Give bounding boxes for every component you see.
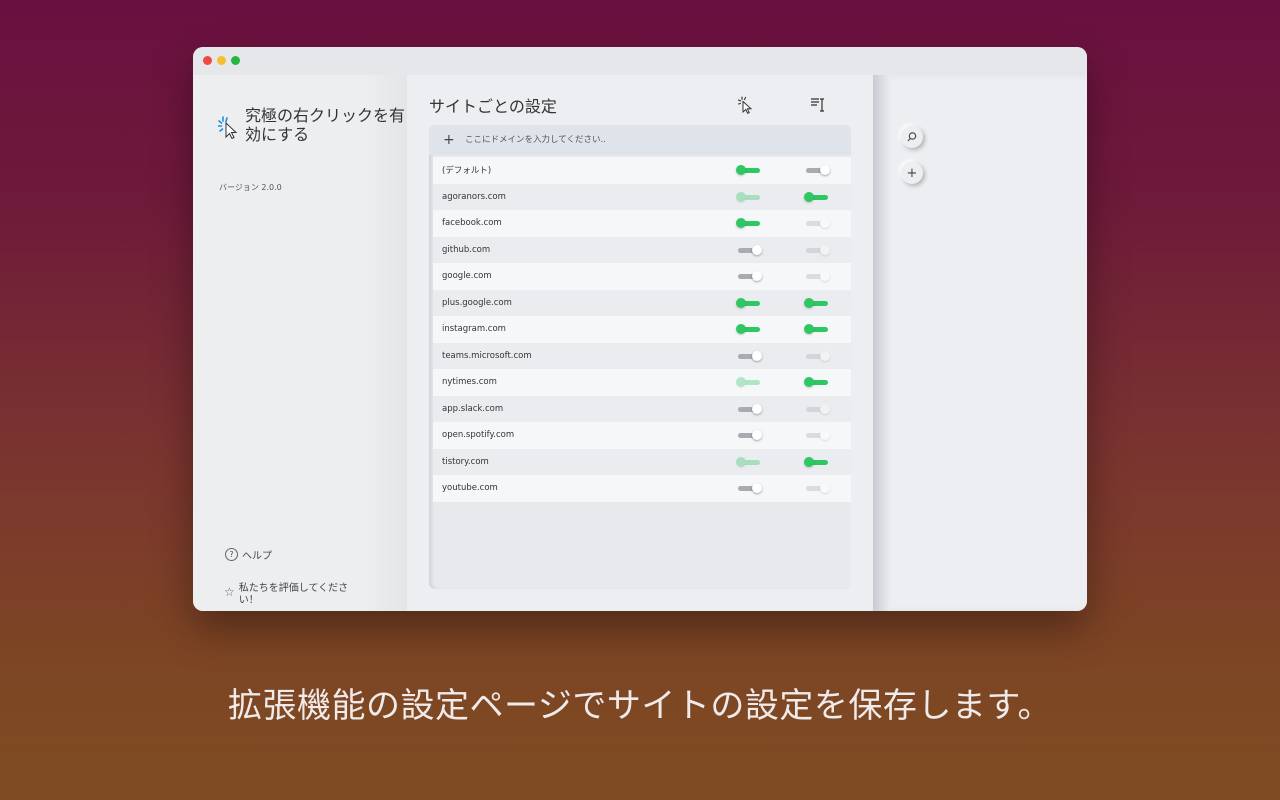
site-domain: (デフォルト) xyxy=(442,166,492,177)
site-list: + (デフォルト) agoranors.com facebook.com github… xyxy=(429,125,851,589)
right-click-toggle[interactable] xyxy=(736,430,762,440)
site-row: instagram.com xyxy=(433,316,851,343)
plus-icon: + xyxy=(906,165,918,181)
text-select-toggle[interactable] xyxy=(804,324,830,334)
search-icon xyxy=(907,132,917,142)
search-button[interactable] xyxy=(901,126,923,148)
panel-edge xyxy=(873,75,891,611)
text-select-toggle[interactable] xyxy=(804,271,830,281)
close-window-button[interactable] xyxy=(203,56,212,65)
rate-us-label: 私たちを評価してください！ xyxy=(238,583,349,606)
site-row: github.com xyxy=(433,236,851,263)
right-click-toggle[interactable] xyxy=(736,218,762,228)
site-row: agoranors.com xyxy=(433,183,851,210)
text-select-toggle[interactable] xyxy=(804,218,830,228)
site-domain: github.com xyxy=(442,244,491,255)
right-click-toggle[interactable] xyxy=(736,165,762,175)
site-row: facebook.com xyxy=(433,210,851,237)
version-label: バージョン 2.0.0 xyxy=(219,183,282,192)
right-click-toggle[interactable] xyxy=(736,377,762,387)
help-label: ヘルプ xyxy=(242,551,272,562)
site-domain: teams.microsoft.com xyxy=(442,350,532,361)
right-click-toggle[interactable] xyxy=(736,324,762,334)
site-settings-panel: サイトごとの設定 + ここにドメインを入力してください.. (デフォルト) ag… xyxy=(407,75,873,611)
text-select-toggle[interactable] xyxy=(804,191,830,202)
site-domain: open.spotify.com xyxy=(442,430,515,441)
site-domain: nytimes.com xyxy=(442,377,497,388)
site-row: tistory.com xyxy=(433,448,851,475)
app-logo-icon xyxy=(218,116,238,139)
domain-input[interactable] xyxy=(463,134,797,146)
maximize-window-button[interactable] xyxy=(231,56,240,65)
right-click-toggle[interactable] xyxy=(736,191,762,202)
star-icon: ☆ xyxy=(224,585,235,599)
text-select-toggle[interactable] xyxy=(804,165,830,175)
app-title: 究極の右クリックを有効にする xyxy=(245,106,406,144)
site-row: nytimes.com xyxy=(433,369,851,396)
right-click-toggle[interactable] xyxy=(736,456,762,467)
site-domain: app.slack.com xyxy=(442,403,504,414)
right-panel: + xyxy=(873,75,1087,611)
site-row: plus.google.com xyxy=(433,289,851,316)
text-select-toggle[interactable] xyxy=(804,456,830,467)
right-click-toggle[interactable] xyxy=(736,483,762,493)
site-domain: instagram.com xyxy=(442,324,506,335)
site-domain: facebook.com xyxy=(442,218,502,229)
help-icon: ? xyxy=(225,548,238,561)
site-row: (デフォルト) xyxy=(433,157,851,184)
right-click-toggle[interactable] xyxy=(736,350,762,361)
app-window: 究極の右クリックを有効にする バージョン 2.0.0 ? ヘルプ ☆ 私たちを評… xyxy=(193,47,1087,611)
site-rows: (デフォルト) agoranors.com facebook.com github.c… xyxy=(433,157,851,502)
title-bar xyxy=(193,47,1087,75)
site-domain: youtube.com xyxy=(442,483,498,494)
right-click-toggle[interactable] xyxy=(736,297,762,308)
site-domain: plus.google.com xyxy=(442,297,512,308)
plus-icon[interactable]: + xyxy=(443,132,457,148)
sidebar-shade xyxy=(363,75,407,611)
text-select-toggle[interactable] xyxy=(804,297,830,308)
site-row: teams.microsoft.com xyxy=(433,342,851,369)
caption: 拡張機能の設定ページでサイトの設定を保存します。 xyxy=(228,686,1052,726)
page-title: サイトごとの設定 xyxy=(429,97,557,116)
right-click-toggle[interactable] xyxy=(736,271,762,281)
rate-us-link[interactable]: ☆ 私たちを評価してください！ xyxy=(224,583,354,607)
help-link[interactable]: ? ヘルプ xyxy=(225,547,272,562)
text-select-toggle[interactable] xyxy=(804,244,830,255)
text-select-toggle[interactable] xyxy=(804,377,830,387)
site-row: open.spotify.com xyxy=(433,422,851,449)
add-domain-row: + xyxy=(429,125,851,155)
site-row: google.com xyxy=(433,263,851,290)
add-site-button[interactable]: + xyxy=(901,162,923,184)
text-select-toggle[interactable] xyxy=(804,483,830,493)
minimize-window-button[interactable] xyxy=(217,56,226,65)
text-select-toggle[interactable] xyxy=(804,430,830,440)
right-click-toggle[interactable] xyxy=(736,244,762,255)
site-row: app.slack.com xyxy=(433,395,851,422)
site-domain: tistory.com xyxy=(442,456,489,467)
text-select-toggle[interactable] xyxy=(804,350,830,361)
site-domain: agoranors.com xyxy=(442,191,506,202)
site-row: youtube.com xyxy=(433,475,851,502)
sidebar: 究極の右クリックを有効にする バージョン 2.0.0 ? ヘルプ ☆ 私たちを評… xyxy=(193,75,407,611)
text-select-icon xyxy=(811,98,824,112)
text-select-toggle[interactable] xyxy=(804,403,830,414)
right-click-toggle[interactable] xyxy=(736,403,762,414)
site-domain: google.com xyxy=(442,271,492,282)
cursor-click-icon xyxy=(737,96,753,114)
